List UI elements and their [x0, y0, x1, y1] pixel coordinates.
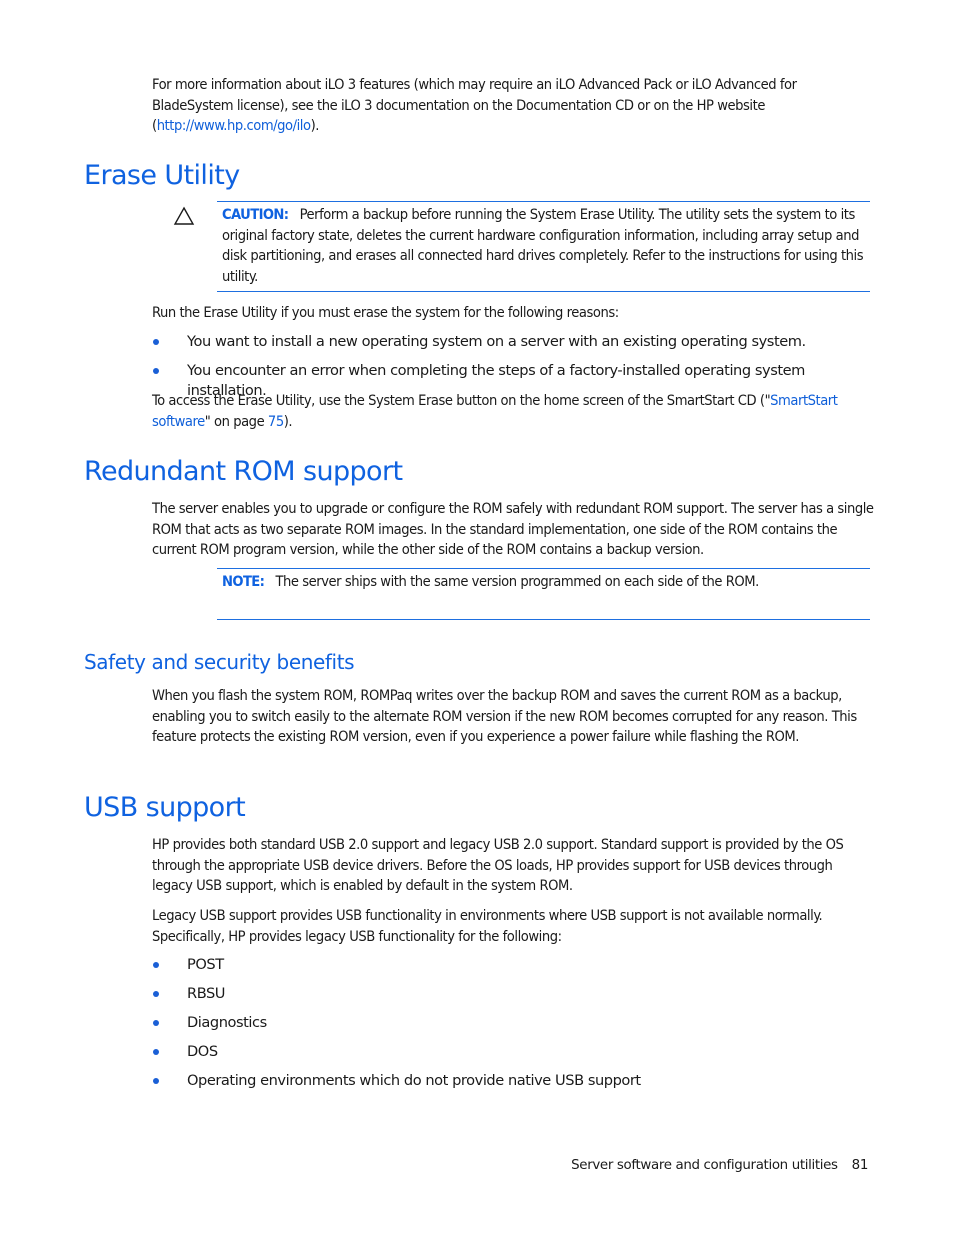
erase-reasons-intro: Run the Erase Utility if you must erase …	[152, 304, 619, 321]
bullet-icon	[153, 1078, 159, 1084]
list-item-text: RBSU	[187, 985, 226, 1002]
list-item: You encounter an error when completing t…	[152, 361, 874, 399]
redundant-rom-paragraph: The server enables you to upgrade or con…	[152, 500, 874, 558]
bullet-icon	[153, 962, 159, 968]
list-item-text: Diagnostics	[187, 1014, 267, 1031]
page-footer: Server software and configuration utilit…	[571, 1158, 868, 1173]
erase-reasons-list: You want to install a new operating syst…	[152, 332, 874, 399]
note-top-rule	[217, 568, 870, 569]
bullet-icon	[153, 368, 159, 374]
redundant-rom-heading: Redundant ROM support	[84, 456, 403, 487]
warning-triangle-icon	[173, 206, 195, 225]
list-item: POST	[152, 955, 874, 984]
bullet-icon	[153, 1049, 159, 1055]
safety-paragraph: When you flash the system ROM, ROMPaq wr…	[152, 687, 857, 745]
erase-utility-heading: Erase Utility	[84, 160, 240, 191]
footer-chapter-title: Server software and configuration utilit…	[571, 1158, 838, 1173]
access-text: To access the Erase Utility, use the Sys…	[152, 392, 771, 409]
erase-access-paragraph: To access the Erase Utility, use the Sys…	[152, 391, 874, 432]
page-number: 81	[851, 1158, 869, 1173]
caution-top-rule	[217, 201, 870, 202]
usb-paragraph-1: HP provides both standard USB 2.0 suppor…	[152, 836, 844, 894]
intro-text-end: ).	[310, 117, 320, 134]
usb-legacy-list: POST RBSU Diagnostics DOS Operating envi…	[152, 955, 874, 1100]
caution-label: CAUTION:	[222, 206, 289, 223]
safety-heading: Safety and security benefits	[84, 650, 355, 674]
intro-paragraph: For more information about iLO 3 feature…	[152, 75, 874, 137]
note-label: NOTE:	[222, 573, 265, 590]
list-item: Operating environments which do not prov…	[152, 1071, 874, 1100]
caution-bottom-rule	[217, 291, 870, 292]
page-75-link[interactable]: 75	[268, 413, 284, 430]
note-box: NOTE: The server ships with the same ver…	[222, 572, 872, 593]
list-item: You want to install a new operating syst…	[152, 332, 874, 361]
list-item: RBSU	[152, 984, 874, 1013]
access-text-end: ).	[283, 412, 293, 430]
list-item-text: DOS	[187, 1043, 218, 1060]
bullet-icon	[153, 991, 159, 997]
bullet-icon	[153, 339, 159, 345]
list-item-text: POST	[187, 956, 224, 973]
caution-text: Perform a backup before running the Syst…	[222, 206, 864, 285]
ilo-website-link[interactable]: http://www.hp.com/go/ilo	[157, 117, 311, 134]
list-item: Diagnostics	[152, 1013, 874, 1042]
usb-support-heading: USB support	[84, 792, 246, 823]
caution-box: CAUTION: Perform a backup before running…	[222, 205, 872, 287]
access-text-middle: " on page	[204, 412, 268, 430]
list-item-text: You want to install a new operating syst…	[187, 333, 806, 350]
list-item-text: Operating environments which do not prov…	[187, 1072, 641, 1089]
list-item: DOS	[152, 1042, 874, 1071]
note-text: The server ships with the same version p…	[275, 573, 759, 590]
usb-paragraph-2: Legacy USB support provides USB function…	[152, 907, 823, 945]
bullet-icon	[153, 1020, 159, 1026]
note-bottom-rule	[217, 619, 870, 620]
